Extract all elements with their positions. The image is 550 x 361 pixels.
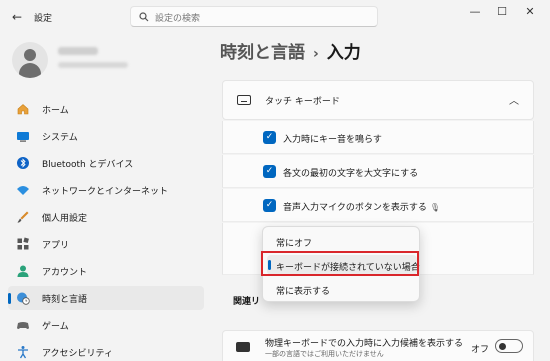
option-label: 音声入力マイクのボタンを表示する 🎙 <box>283 200 440 213</box>
toggle-knob <box>499 343 506 350</box>
highlight-annotation-box <box>261 251 419 276</box>
sidebar-item-label: 個人用設定 <box>42 214 88 224</box>
account-icon <box>17 265 29 277</box>
sidebar-item-apps[interactable]: アプリ <box>8 232 204 256</box>
option-label: 各文の最初の文字を大文字にする <box>283 169 419 179</box>
back-button[interactable]: ← <box>8 9 26 25</box>
toggle-state-label: オフ <box>471 345 490 355</box>
home-icon <box>17 104 29 115</box>
option-label: 常にオフ <box>276 239 313 249</box>
brush-icon <box>17 211 29 223</box>
dropdown-option-always-off[interactable]: 常にオフ <box>267 231 417 251</box>
option-row-capitalize: ✓ 各文の最初の文字を大文字にする <box>222 155 534 188</box>
page-title: 入力 <box>326 43 361 63</box>
avatar-body <box>19 63 41 78</box>
microphone-icon: 🎙 <box>429 203 440 212</box>
option-row-key-sound: ✓ 入力時にキー音を鳴らす <box>222 121 534 154</box>
option-label: 入力時にキー音を鳴らす <box>283 135 382 145</box>
maximize-button[interactable]: ☐ <box>489 4 515 20</box>
title-bar: ← 設定 設定の検索 — ☐ ✕ <box>0 0 550 34</box>
breadcrumb: 時刻と言語 › 入力 <box>220 38 361 63</box>
touch-keyboard-expander[interactable]: タッチ キーボード ︿ <box>222 80 534 120</box>
sidebar-item-label: システム <box>42 133 78 143</box>
physical-keyboard-suggestions-card: 物理キーボードでの入力時に入力候補を表示する 一部の言語ではご利用いただけません… <box>222 330 534 361</box>
sidebar-item-bluetooth[interactable]: Bluetooth とデバイス <box>8 151 204 175</box>
sidebar-item-time-language[interactable]: 時刻と言語 <box>8 286 204 310</box>
close-button[interactable]: ✕ <box>517 4 543 20</box>
apps-icon <box>17 237 29 250</box>
key-sound-checkbox[interactable]: ✓ <box>263 131 276 144</box>
search-icon <box>139 12 149 22</box>
sidebar-item-label: アクセシビリティ <box>42 349 114 359</box>
physical-keyboard-title: 物理キーボードでの入力時に入力候補を表示する <box>265 339 464 349</box>
globe-clock-icon <box>17 292 30 305</box>
accessibility-icon <box>18 346 28 359</box>
sidebar-item-network[interactable]: ネットワークとインターネット <box>8 178 204 202</box>
mic-button-label: 音声入力マイクのボタンを表示する <box>283 203 427 213</box>
mic-button-checkbox[interactable]: ✓ <box>263 199 276 212</box>
sidebar-item-home[interactable]: ホーム <box>8 97 204 121</box>
user-name-blurred <box>58 47 98 55</box>
sidebar-item-accessibility[interactable]: アクセシビリティ <box>8 340 204 361</box>
sidebar-item-label: ネットワークとインターネット <box>42 187 169 197</box>
avatar-head <box>24 49 36 61</box>
touch-keyboard-title: タッチ キーボード <box>265 97 340 107</box>
bluetooth-icon <box>17 157 29 169</box>
game-controller-icon <box>17 322 29 329</box>
physical-keyboard-subtitle: 一部の言語ではご利用いただけません <box>265 350 384 358</box>
system-monitor-icon <box>17 132 29 142</box>
sidebar-item-personalization[interactable]: 個人用設定 <box>8 205 204 229</box>
sidebar-item-gaming[interactable]: ゲーム <box>8 313 204 337</box>
wifi-icon <box>17 186 29 195</box>
breadcrumb-parent[interactable]: 時刻と言語 <box>220 43 305 63</box>
sidebar-item-label: Bluetooth とデバイス <box>42 160 134 170</box>
option-row-mic-button: ✓ 音声入力マイクのボタンを表示する 🎙 <box>222 189 534 222</box>
search-input[interactable]: 設定の検索 <box>155 11 200 24</box>
avatar[interactable] <box>12 42 48 78</box>
breadcrumb-separator: › <box>313 46 319 62</box>
dropdown-option-always-show[interactable]: 常に表示する <box>267 279 417 299</box>
related-section-title: 関連リ <box>233 297 261 307</box>
sidebar-item-system[interactable]: システム <box>8 124 204 148</box>
sidebar-item-label: ホーム <box>42 106 69 116</box>
user-email-blurred <box>58 62 128 68</box>
selection-indicator <box>8 293 11 304</box>
minimize-button[interactable]: — <box>462 4 488 20</box>
option-label: 常に表示する <box>276 287 331 297</box>
suggestions-toggle[interactable] <box>495 339 523 353</box>
sidebar-item-label: アカウント <box>42 268 88 278</box>
keyboard-icon <box>237 95 251 105</box>
sidebar-item-label: ゲーム <box>42 322 69 332</box>
sidebar-item-label: アプリ <box>42 241 70 251</box>
capitalize-checkbox[interactable]: ✓ <box>263 165 276 178</box>
chevron-up-icon[interactable]: ︿ <box>509 92 519 107</box>
physical-keyboard-icon <box>236 342 250 352</box>
sidebar-item-label: 時刻と言語 <box>42 295 88 305</box>
app-title: 設定 <box>34 14 53 24</box>
sidebar-item-accounts[interactable]: アカウント <box>8 259 204 283</box>
search-box[interactable]: 設定の検索 <box>130 6 378 27</box>
